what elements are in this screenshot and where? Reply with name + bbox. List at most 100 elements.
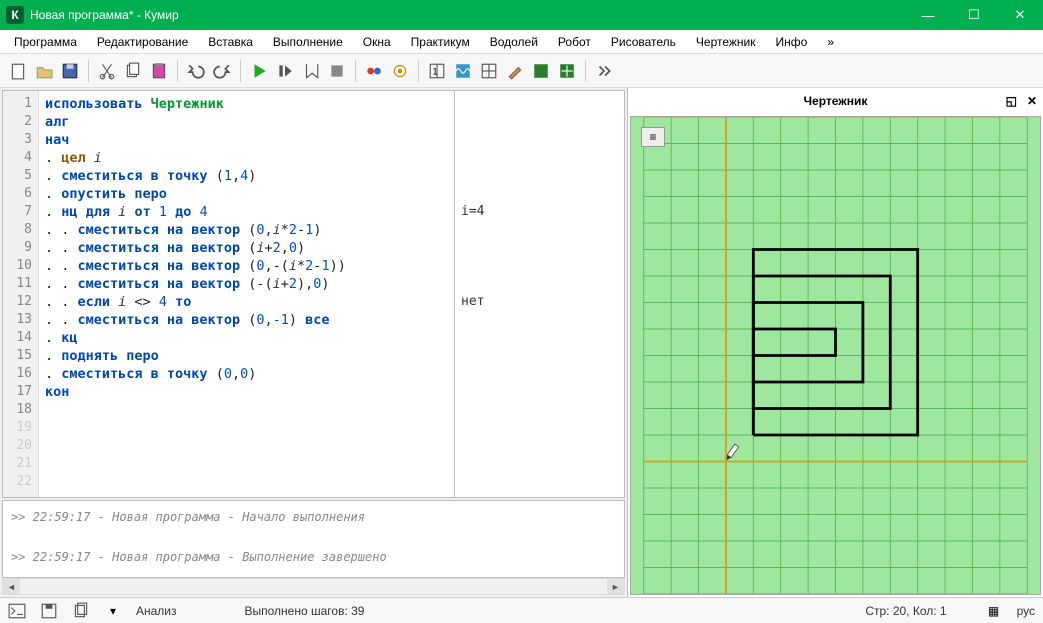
dropdown-status-icon[interactable]: ▾: [104, 602, 122, 620]
menu-item-0[interactable]: Программа: [6, 32, 85, 52]
code-line[interactable]: . сместиться в точку (0,0): [45, 365, 448, 383]
left-pane: 12345678910111213141516171819202122 испо…: [0, 88, 628, 597]
menu-item-2[interactable]: Вставка: [200, 32, 261, 52]
menu-item-6[interactable]: Водолей: [482, 32, 546, 52]
analysis-label: Анализ: [136, 604, 177, 618]
code-line[interactable]: . опустить перо: [45, 185, 448, 203]
gutter-line: 6: [3, 185, 32, 203]
side-annotation: [461, 113, 618, 131]
code-line[interactable]: . . сместиться на вектор (0,-(i*2-1)): [45, 257, 448, 275]
side-annotation: [461, 257, 618, 275]
gutter-line: 1: [3, 95, 32, 113]
code-line[interactable]: . нц для i от 1 до 4: [45, 203, 448, 221]
redo-icon[interactable]: [210, 59, 234, 83]
main-area: 12345678910111213141516171819202122 испо…: [0, 88, 1043, 597]
code-line[interactable]: нач: [45, 131, 448, 149]
stop-icon[interactable]: [325, 59, 349, 83]
breakpoint-icon[interactable]: [362, 59, 386, 83]
gutter-line: 10: [3, 257, 32, 275]
layout-status-icon[interactable]: ▦: [985, 602, 1003, 620]
close-button[interactable]: ✕: [997, 0, 1043, 30]
code-line[interactable]: . . сместиться на вектор (-(i+2),0): [45, 275, 448, 293]
code-line[interactable]: алг: [45, 113, 448, 131]
menu-item-7[interactable]: Робот: [550, 32, 599, 52]
copy-status-icon[interactable]: [72, 602, 90, 620]
right-panel-title: Чертежник: [628, 94, 1043, 108]
gutter-line: 4: [3, 149, 32, 167]
close-panel-icon[interactable]: ✕: [1027, 94, 1037, 108]
window-titlebar: К Новая программа* - Кумир — ☐ ✕: [0, 0, 1043, 30]
cut-icon[interactable]: [95, 59, 119, 83]
side-annotation: нет: [461, 293, 618, 311]
right-panel-titlebar: Чертежник ◱ ✕: [628, 88, 1043, 114]
chevrons-icon[interactable]: [592, 59, 616, 83]
green-cross-icon[interactable]: [555, 59, 579, 83]
canvas-menu-icon[interactable]: ≡: [641, 127, 665, 147]
code-line[interactable]: . . если i <> 4 то: [45, 293, 448, 311]
step-into-icon[interactable]: [299, 59, 323, 83]
code-line[interactable]: . . сместиться на вектор (i+2,0): [45, 239, 448, 257]
code-area[interactable]: использовать Чертежникалгнач. цел i. сме…: [39, 91, 454, 497]
dock-icon[interactable]: ◱: [1006, 94, 1017, 108]
side-annotation: [461, 221, 618, 239]
menu-item-10[interactable]: Инфо: [768, 32, 816, 52]
side-annotation: [461, 347, 618, 365]
scroll-left-icon[interactable]: ◄: [3, 579, 20, 594]
menu-item-9[interactable]: Чертежник: [688, 32, 764, 52]
console-line: >> 22:59:17 - Новая программа - Начало в…: [11, 507, 616, 527]
brush-icon[interactable]: [503, 59, 527, 83]
terminal-icon[interactable]: [8, 602, 26, 620]
side-annotation: [461, 95, 618, 113]
grid4-icon[interactable]: [477, 59, 501, 83]
code-line[interactable]: . кц: [45, 329, 448, 347]
side-annotation: [461, 311, 618, 329]
gutter-line: 11: [3, 275, 32, 293]
side-annotation: [461, 365, 618, 383]
editor[interactable]: 12345678910111213141516171819202122 испо…: [2, 90, 625, 498]
scroll-right-icon[interactable]: ►: [607, 579, 624, 594]
minimize-button[interactable]: —: [905, 0, 951, 30]
gutter-line: 7: [3, 203, 32, 221]
layout-icon[interactable]: 1: [425, 59, 449, 83]
console-output[interactable]: >> 22:59:17 - Новая программа - Начало в…: [2, 500, 625, 578]
code-line[interactable]: . цел i: [45, 149, 448, 167]
save-status-icon[interactable]: [40, 602, 58, 620]
cursor-position: Стр: 20, Кол: 1: [865, 604, 946, 618]
code-line[interactable]: . . сместиться на вектор (0,-1) все: [45, 311, 448, 329]
code-line[interactable]: . сместиться в точку (1,4): [45, 167, 448, 185]
side-annotation: [461, 185, 618, 203]
svg-text:1: 1: [433, 66, 438, 76]
steps-label: Выполнено шагов: 39: [245, 604, 365, 618]
open-file-icon[interactable]: [32, 59, 56, 83]
menu-item-11[interactable]: »: [819, 32, 842, 52]
horizontal-scrollbar[interactable]: ◄ ►: [2, 578, 625, 595]
menu-item-3[interactable]: Выполнение: [265, 32, 351, 52]
new-file-icon[interactable]: [6, 59, 30, 83]
gutter-line: 2: [3, 113, 32, 131]
watch-icon[interactable]: [388, 59, 412, 83]
code-line[interactable]: кон: [45, 383, 448, 401]
drawing-canvas[interactable]: ≡: [630, 116, 1041, 595]
side-annotation: i=4: [461, 203, 618, 221]
code-line[interactable]: . поднять перо: [45, 347, 448, 365]
app-icon: К: [6, 6, 24, 24]
green-square-icon[interactable]: [529, 59, 553, 83]
wave-icon[interactable]: [451, 59, 475, 83]
undo-icon[interactable]: [184, 59, 208, 83]
code-line[interactable]: . . сместиться на вектор (0,i*2-1): [45, 221, 448, 239]
side-annotation: [461, 131, 618, 149]
menu-item-1[interactable]: Редактирование: [89, 32, 196, 52]
copy-icon[interactable]: [121, 59, 145, 83]
gutter-line: 19: [3, 419, 32, 437]
window-title: Новая программа* - Кумир: [30, 8, 905, 22]
save-file-icon[interactable]: [58, 59, 82, 83]
side-annotation: [461, 149, 618, 167]
menu-item-5[interactable]: Практикум: [403, 32, 478, 52]
paste-icon[interactable]: [147, 59, 171, 83]
code-line[interactable]: использовать Чертежник: [45, 95, 448, 113]
maximize-button[interactable]: ☐: [951, 0, 997, 30]
menu-item-8[interactable]: Рисователь: [603, 32, 684, 52]
menu-item-4[interactable]: Окна: [355, 32, 399, 52]
step-icon[interactable]: [273, 59, 297, 83]
run-icon[interactable]: [247, 59, 271, 83]
